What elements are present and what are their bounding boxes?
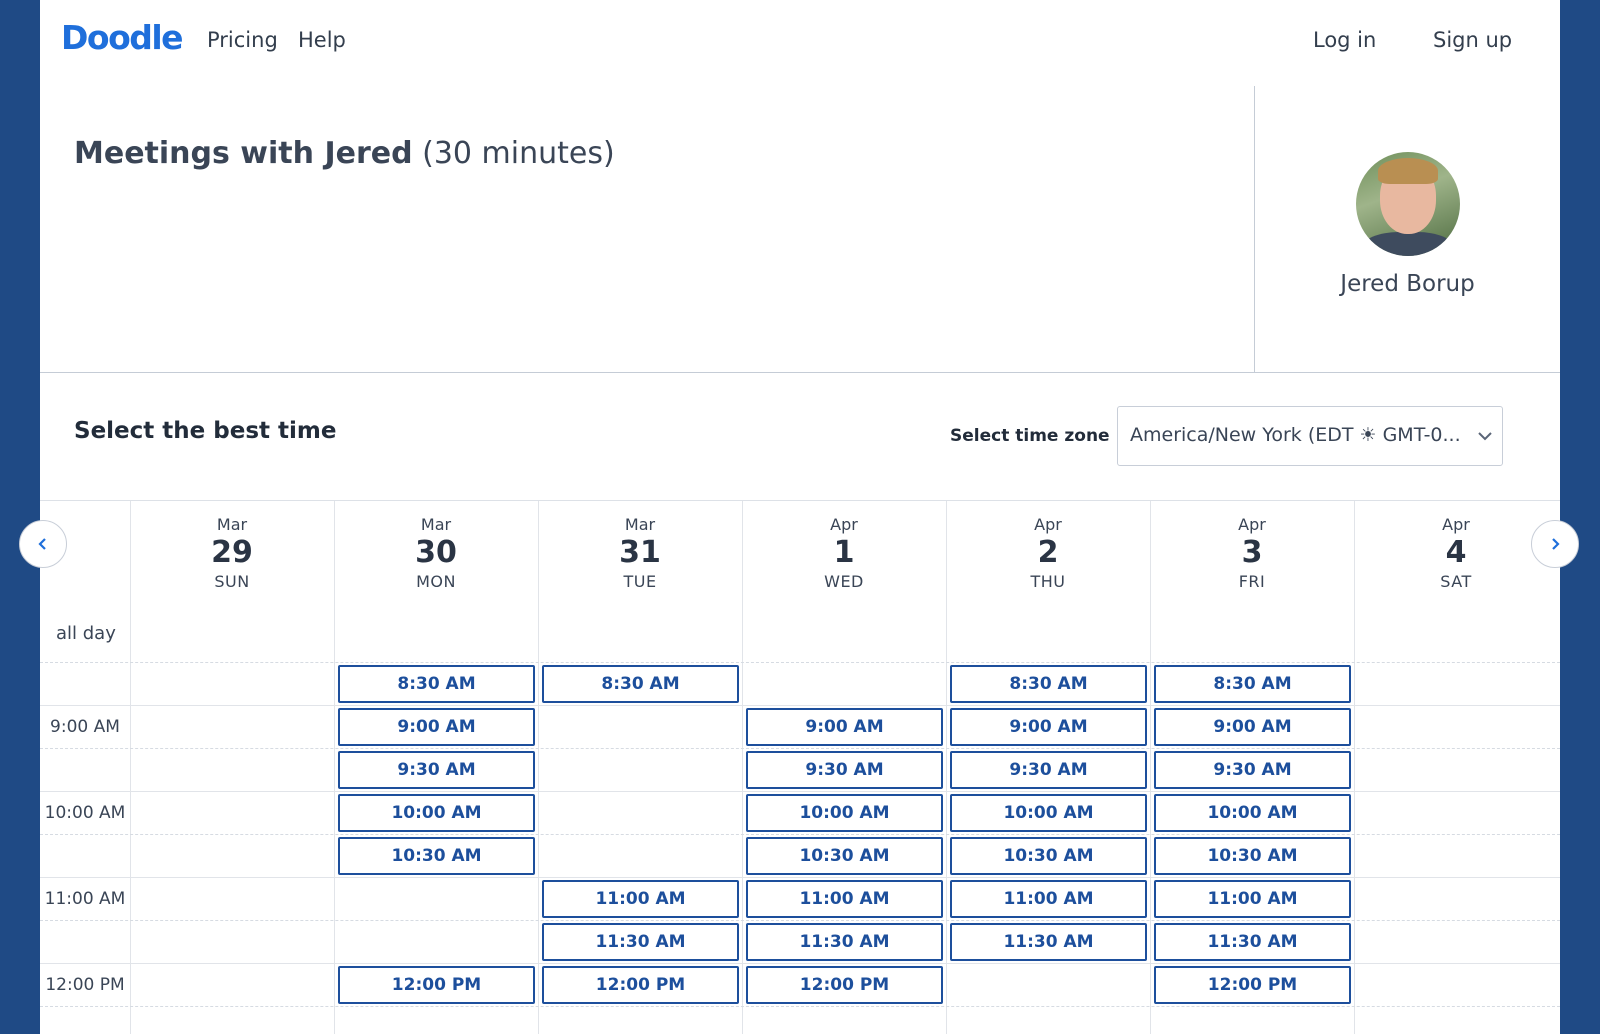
time-row-line	[40, 748, 1560, 749]
time-slot-button[interactable]: 10:00 AM	[950, 794, 1147, 832]
time-row-line	[40, 791, 1560, 792]
day-weekday: WED	[824, 572, 864, 591]
time-slot-button[interactable]: 8:30 AM	[950, 665, 1147, 703]
time-slot-button[interactable]: 12:00 PM	[542, 966, 739, 1004]
nav-pricing-link[interactable]: Pricing	[207, 28, 278, 52]
day-header: Apr 2 THU	[946, 515, 1150, 591]
host-avatar	[1356, 152, 1460, 256]
meeting-header: Meetings with Jered (30 minutes)	[40, 86, 1254, 373]
time-slot-button[interactable]: 11:00 AM	[950, 880, 1147, 918]
time-slot-button[interactable]: 11:30 AM	[746, 923, 943, 961]
time-slot-button[interactable]: 11:30 AM	[1154, 923, 1351, 961]
day-number: 1	[833, 535, 855, 570]
nav-help-link[interactable]: Help	[298, 28, 346, 52]
time-slot-button[interactable]: 11:00 AM	[746, 880, 943, 918]
day-header: Mar 30 MON	[334, 515, 538, 591]
time-slot-button[interactable]: 10:30 AM	[950, 837, 1147, 875]
time-slot-button[interactable]: 10:00 AM	[1154, 794, 1351, 832]
time-slot-button[interactable]: 10:00 AM	[338, 794, 535, 832]
time-label: 11:00 AM	[44, 889, 126, 909]
time-label: 10:00 AM	[44, 803, 126, 823]
day-weekday: MON	[416, 572, 456, 591]
section-divider	[40, 372, 1560, 373]
day-number: 2	[1037, 535, 1059, 570]
chevron-down-icon	[1478, 432, 1492, 441]
day-month: Mar	[216, 515, 248, 534]
day-month: Mar	[624, 515, 656, 534]
time-slot-button[interactable]: 10:00 AM	[746, 794, 943, 832]
day-month: Mar	[420, 515, 452, 534]
day-month: Apr	[1034, 515, 1062, 534]
time-slot-button[interactable]: 9:00 AM	[1154, 708, 1351, 746]
day-month: Apr	[1238, 515, 1266, 534]
time-row-line	[40, 834, 1560, 835]
time-slot-button[interactable]: 10:30 AM	[1154, 837, 1351, 875]
signup-link[interactable]: Sign up	[1433, 28, 1512, 52]
time-row-line	[40, 920, 1560, 921]
app-window: Doodle Pricing Help Log in Sign up Meeti…	[19, 0, 1579, 1034]
day-header: Apr 1 WED	[742, 515, 946, 591]
time-slot-button[interactable]: 9:00 AM	[338, 708, 535, 746]
login-link[interactable]: Log in	[1313, 28, 1376, 52]
time-slot-button[interactable]: 9:00 AM	[950, 708, 1147, 746]
time-row-line	[40, 1006, 1560, 1007]
day-weekday: THU	[1030, 572, 1066, 591]
day-weekday: SUN	[214, 572, 250, 591]
time-slot-button[interactable]: 9:30 AM	[746, 751, 943, 789]
time-slot-button[interactable]: 9:30 AM	[950, 751, 1147, 789]
time-slot-button[interactable]: 11:00 AM	[1154, 880, 1351, 918]
time-slot-button[interactable]: 10:30 AM	[746, 837, 943, 875]
time-slot-button[interactable]: 12:00 PM	[338, 966, 535, 1004]
time-slot-button[interactable]: 10:30 AM	[338, 837, 535, 875]
day-header: Mar 29 SUN	[130, 515, 334, 591]
day-header: Apr 4 SAT	[1354, 515, 1558, 591]
time-slot-button[interactable]: 11:30 AM	[542, 923, 739, 961]
select-time-heading: Select the best time	[74, 418, 337, 444]
day-number: 30	[415, 535, 457, 570]
chevron-left-icon	[38, 538, 46, 550]
all-day-label: all day	[56, 623, 116, 644]
host-panel: Jered Borup	[1255, 86, 1560, 373]
timezone-value: America/New York (EDT ☀ GMT-0...	[1130, 424, 1461, 446]
calendar-grid: all day Mar 29 SUN Mar 30 MON Mar 31 TUE Apr 1 WED A…	[40, 500, 1560, 1034]
doodle-logo[interactable]: Doodle	[61, 18, 184, 57]
day-weekday: TUE	[623, 572, 657, 591]
time-label: 12:00 PM	[45, 975, 125, 995]
time-slot-button[interactable]: 9:30 AM	[338, 751, 535, 789]
day-number: 31	[619, 535, 661, 570]
time-row-line	[40, 662, 1560, 663]
time-slot-button[interactable]: 8:30 AM	[338, 665, 535, 703]
prev-week-button[interactable]	[19, 520, 67, 568]
day-weekday: FRI	[1238, 572, 1266, 591]
time-slot-button[interactable]: 12:00 PM	[1154, 966, 1351, 1004]
time-slot-button[interactable]: 9:00 AM	[746, 708, 943, 746]
day-weekday: SAT	[1440, 572, 1472, 591]
chevron-right-icon	[1552, 538, 1560, 550]
time-slot-button[interactable]: 12:00 PM	[746, 966, 943, 1004]
time-slot-button[interactable]: 8:30 AM	[1154, 665, 1351, 703]
time-slot-button[interactable]: 11:30 AM	[950, 923, 1147, 961]
next-week-button[interactable]	[1531, 520, 1579, 568]
meeting-title: Meetings with Jered (30 minutes)	[74, 136, 615, 171]
time-row-line	[40, 963, 1560, 964]
meeting-duration: (30 minutes)	[422, 136, 615, 171]
day-number: 29	[211, 535, 253, 570]
time-slot-button[interactable]: 11:00 AM	[542, 880, 739, 918]
time-slot-button[interactable]: 8:30 AM	[542, 665, 739, 703]
time-row-line	[40, 705, 1560, 706]
day-number: 3	[1241, 535, 1263, 570]
time-row-line	[40, 877, 1560, 878]
timezone-select[interactable]: America/New York (EDT ☀ GMT-0...	[1117, 406, 1503, 466]
time-slot-button[interactable]: 9:30 AM	[1154, 751, 1351, 789]
host-name: Jered Borup	[1340, 271, 1475, 297]
meeting-title-name: Meetings with Jered	[74, 136, 413, 171]
day-month: Apr	[830, 515, 858, 534]
top-nav: Doodle Pricing Help Log in Sign up	[40, 0, 1560, 86]
day-header: Mar 31 TUE	[538, 515, 742, 591]
day-header: Apr 3 FRI	[1150, 515, 1354, 591]
time-label: 9:00 AM	[50, 717, 120, 737]
timezone-label: Select time zone	[950, 426, 1110, 446]
day-number: 4	[1445, 535, 1467, 570]
day-month: Apr	[1442, 515, 1470, 534]
